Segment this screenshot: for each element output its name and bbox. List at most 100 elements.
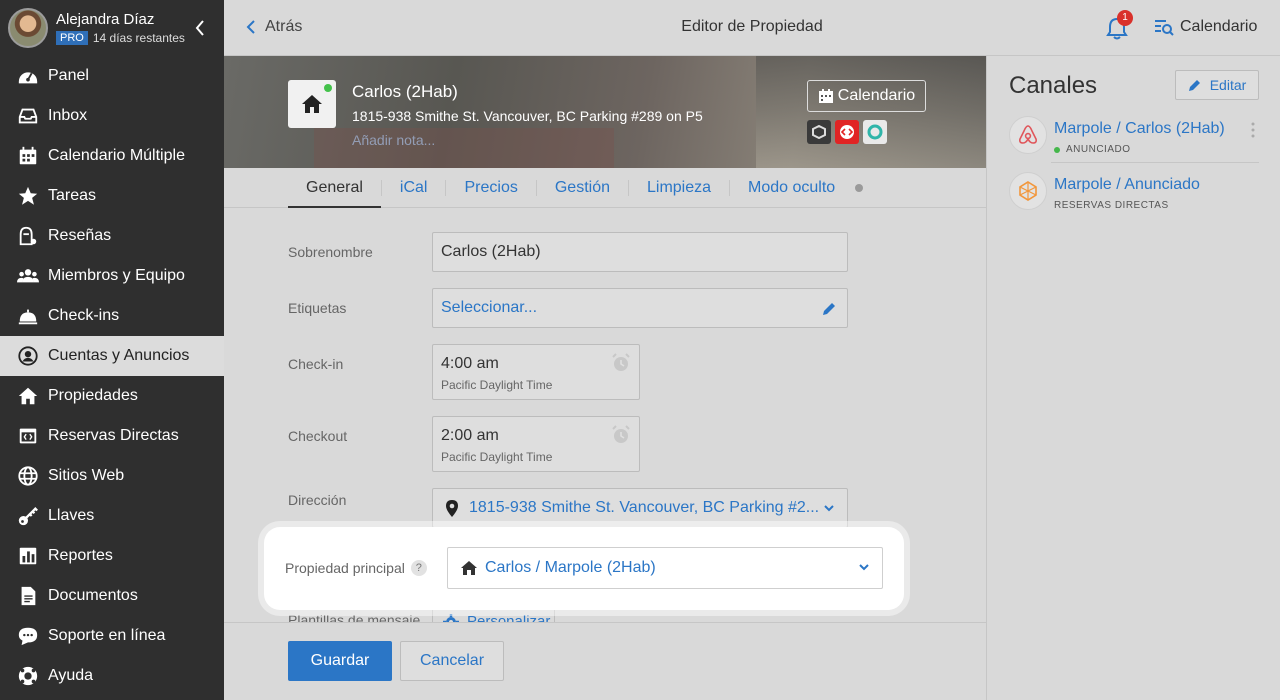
sidebar-item-documents[interactable]: Documentos (0, 576, 224, 616)
parent-property-select[interactable]: Carlos / Marpole (2Hab) (447, 547, 883, 589)
save-button[interactable]: Guardar (288, 641, 392, 681)
sidebar-item-inbox[interactable]: Inbox (0, 96, 224, 136)
sidebar-item-team[interactable]: Miembros y Equipo (0, 256, 224, 296)
channel-account[interactable]: Marpole (1054, 120, 1112, 137)
channel-status: ANUNCIADO (1054, 144, 1131, 155)
document-icon (21, 586, 36, 606)
cancel-button[interactable]: Cancelar (400, 641, 504, 681)
star-icon (18, 186, 38, 205)
channel-item[interactable]: Marpole / Anunciado RESERVAS DIRECTAS (1009, 172, 1259, 218)
edit-channels-button[interactable]: Editar (1175, 70, 1259, 100)
channel-name: Marpole / Anunciado (1054, 176, 1200, 194)
sidebar-item-label: Llaves (48, 507, 95, 524)
channels-title: Canales (1009, 72, 1098, 99)
checkout-timezone: Pacific Daylight Time (441, 450, 553, 464)
sidebar-item-panel[interactable]: Panel (0, 56, 224, 96)
sidebar-item-label: Reseñas (48, 227, 112, 244)
sidebar-item-label: Inbox (48, 107, 88, 124)
tags-select[interactable]: Seleccionar... (432, 288, 848, 328)
direct-booking-icon (1009, 172, 1047, 210)
sidebar-item-reviews[interactable]: Reseñas (0, 216, 224, 256)
calendar-link-label: Calendario (1180, 18, 1258, 35)
parent-property-highlight: Propiedad principal ? Carlos / Marpole (… (264, 527, 904, 610)
tab-general[interactable]: General (288, 168, 381, 208)
sidebar-item-label: Tareas (48, 187, 97, 204)
nickname-input[interactable]: Carlos (2Hab) (432, 232, 848, 272)
checkin-label: Check-in (288, 356, 344, 372)
chevron-down-icon (859, 564, 869, 571)
customize-templates-button[interactable]: Personalizar (432, 608, 556, 622)
calendar-icon (19, 146, 37, 165)
channel-listing[interactable]: / Anunciado (1116, 176, 1200, 193)
chevron-down-icon (824, 505, 834, 512)
alarm-clock-icon (612, 425, 630, 443)
calendar-link[interactable]: Calendario (1154, 18, 1257, 36)
service-bell-icon (18, 309, 38, 325)
pencil-icon (1188, 80, 1200, 91)
tab-management[interactable]: Gestión (537, 168, 628, 208)
trial-remaining: 14 días restantes (92, 31, 185, 45)
hidden-mode-status-dot (855, 184, 864, 192)
calendar-icon (818, 89, 833, 103)
channel-item[interactable]: Marpole / Carlos (2Hab) ANUNCIADO (1009, 116, 1259, 162)
hexagon-channel-icon (807, 120, 831, 144)
sidebar-item-tasks[interactable]: Tareas (0, 176, 224, 216)
sidebar-item-websites[interactable]: Sitios Web (0, 456, 224, 496)
user-profile[interactable]: Alejandra Díaz PRO 14 días restantes (0, 0, 224, 56)
team-icon (17, 269, 39, 283)
tab-cleaning[interactable]: Limpieza (629, 168, 729, 208)
tab-pricing[interactable]: Precios (446, 168, 535, 208)
tab-hidden-mode[interactable]: Modo oculto (730, 168, 853, 208)
sidebar-item-properties[interactable]: Propiedades (0, 376, 224, 416)
chevron-left-icon[interactable] (193, 18, 207, 38)
checkout-label: Checkout (288, 428, 348, 444)
add-note-link[interactable]: Añadir nota... (352, 132, 435, 148)
avatar (8, 8, 48, 48)
address-label: Dirección (288, 492, 347, 508)
address-select[interactable]: 1815-938 Smithe St. Vancouver, BC Parkin… (432, 488, 848, 528)
sidebar-item-direct-bookings[interactable]: Reservas Directas (0, 416, 224, 456)
checkout-time-picker[interactable]: 2:00 am Pacific Daylight Time (432, 416, 640, 472)
pencil-icon[interactable] (821, 301, 837, 317)
property-header: Carlos (2Hab) 1815-938 Smithe St. Vancou… (224, 56, 986, 168)
help-icon[interactable]: ? (410, 560, 427, 576)
tags-select-value: Seleccionar... (441, 299, 538, 316)
notification-badge: 1 (1117, 10, 1133, 26)
inbox-icon (18, 108, 38, 124)
channels-panel: Canales Editar Marpole / Carlos (2Hab) A… (986, 56, 1280, 700)
code-channel-icon (835, 120, 859, 144)
form-actions: Guardar Cancelar (224, 622, 986, 700)
sidebar-item-keys[interactable]: Llaves (0, 496, 224, 536)
channel-status-label: ANUNCIADO (1066, 144, 1131, 155)
sidebar-item-checkins[interactable]: Check-ins (0, 296, 224, 336)
address-value: 1815-938 Smithe St. Vancouver, BC Parkin… (469, 499, 820, 516)
parent-property-value: Carlos / Marpole (2Hab) (485, 559, 656, 576)
tab-ical[interactable]: iCal (382, 168, 446, 208)
property-calendar-label: Calendario (837, 87, 916, 104)
sidebar-item-label: Propiedades (48, 387, 138, 404)
sidebar-item-label: Reservas Directas (48, 427, 179, 444)
channel-name: Marpole / Carlos (2Hab) (1054, 120, 1225, 138)
sidebar-item-multi-calendar[interactable]: Calendario Múltiple (0, 136, 224, 176)
user-name: Alejandra Díaz (56, 11, 155, 28)
sidebar-item-label: Panel (48, 67, 89, 84)
alarm-clock-icon (612, 353, 630, 371)
more-vertical-icon[interactable] (1251, 122, 1255, 138)
sidebar-item-reports[interactable]: Reportes (0, 536, 224, 576)
user-circle-icon (18, 346, 38, 366)
checkin-timezone: Pacific Daylight Time (441, 378, 553, 392)
sidebar-item-support[interactable]: Soporte en línea (0, 616, 224, 656)
checkin-time-picker[interactable]: 4:00 am Pacific Daylight Time (432, 344, 640, 400)
online-status-dot (324, 84, 332, 92)
property-calendar-button[interactable]: Calendario (807, 80, 926, 112)
status-dot (1054, 146, 1060, 153)
chart-icon (19, 547, 37, 565)
channel-account[interactable]: Marpole (1054, 176, 1112, 193)
sidebar-item-label: Documentos (48, 587, 138, 604)
sidebar-item-label: Cuentas y Anuncios (48, 347, 190, 364)
sidebar-item-label: Miembros y Equipo (48, 267, 185, 284)
sidebar-item-accounts[interactable]: Cuentas y Anuncios (0, 336, 224, 376)
sidebar-item-help[interactable]: Ayuda (0, 656, 224, 696)
channel-listing[interactable]: / Carlos (2Hab) (1116, 120, 1224, 137)
airbnb-icon (1009, 116, 1047, 154)
